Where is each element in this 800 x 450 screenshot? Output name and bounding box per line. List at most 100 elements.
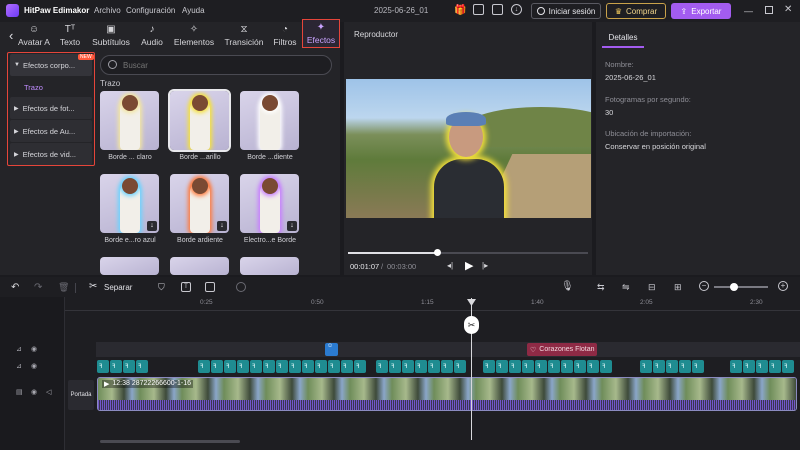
effect-clip[interactable]: ꟻ [483,360,495,373]
effect-clip[interactable]: ꟻ [769,360,781,373]
track-visibility-icon[interactable]: ◉ [31,362,37,370]
search-input[interactable] [123,59,323,72]
track-mute-icon[interactable]: ◁ [46,388,51,396]
message-icon[interactable] [492,4,503,15]
next-frame-icon[interactable]: |▸ [482,261,488,270]
effect-clip[interactable]: ꟻ [522,360,534,373]
category-photo-effects[interactable]: ▶ Efectos de fot... [10,97,92,119]
fit-icon[interactable]: ⊞ [674,282,682,293]
split-scissors-icon[interactable]: ✂ [464,316,479,334]
download-icon[interactable]: ↓ [217,221,227,231]
play-icon[interactable]: ▶ [465,259,473,272]
effect-clip[interactable]: ꟻ [743,360,755,373]
sticker-clip-corazones[interactable]: ♡ Corazones Flotan [527,343,597,356]
effect-clip[interactable]: ꟻ [428,360,440,373]
progress-track[interactable] [348,249,588,256]
effect-clip[interactable]: ꟻ [640,360,652,373]
search-box[interactable] [100,55,332,75]
effect-card[interactable]: ↓ Borde ardiente [170,174,235,244]
effect-clip[interactable]: ꟻ [653,360,665,373]
menu-archivo[interactable]: Archivo [94,6,121,15]
track-lock-icon[interactable]: ▤ [16,388,23,396]
effect-clip[interactable]: ꟻ [509,360,521,373]
download-icon[interactable]: ↓ [147,221,157,231]
effect-thumbnail-partial[interactable] [100,257,159,275]
delete-icon[interactable]: 🗑 [58,282,69,293]
scissors-icon[interactable]: ✂ [89,281,97,292]
effect-clip[interactable]: ꟻ [600,360,612,373]
effect-clip[interactable]: ꟻ [441,360,453,373]
small-sticker-clip[interactable]: ☺ [325,343,338,356]
export-button[interactable]: ⇪ Exportar [671,3,731,19]
progress-handle[interactable] [433,249,441,256]
effect-clip[interactable]: ꟻ [250,360,262,373]
feedback-icon[interactable] [473,4,484,15]
prev-frame-icon[interactable]: ◂| [447,261,453,270]
text-box-icon[interactable]: T [181,282,191,292]
shield-icon[interactable]: ⛉ [158,282,165,293]
login-button[interactable]: Iniciar sesión [531,3,601,19]
effect-card[interactable]: Borde ...arillo [168,89,235,161]
zoom-slider-handle[interactable] [730,283,738,291]
timeline-scrollbar[interactable] [100,440,240,443]
category-video-effects[interactable]: ▶ Efectos de vid... [10,143,92,165]
effect-clip[interactable]: ꟻ [730,360,742,373]
close-icon[interactable]: ✕ [784,4,792,15]
tab-filtros[interactable]: ◔ Filtros [270,22,300,50]
video-clip[interactable]: ▶ 12:38 28722266600-1-16 [97,377,797,411]
effect-clip[interactable]: ꟻ [402,360,414,373]
effect-clip[interactable]: ꟻ [496,360,508,373]
tab-efectos[interactable]: ✦ Efectos [302,19,340,48]
split-label[interactable]: Separar [104,283,132,292]
effect-clip[interactable]: ꟻ [198,360,210,373]
effect-clip[interactable]: ꟻ [389,360,401,373]
effect-clip[interactable]: ꟻ [415,360,427,373]
effect-clip[interactable]: ꟻ [587,360,599,373]
effect-clip[interactable]: ꟻ [289,360,301,373]
minimize-icon[interactable]: — [744,6,753,16]
zoom-out-icon[interactable]: − [699,281,709,291]
effect-clip[interactable]: ꟻ [211,360,223,373]
effect-clip[interactable]: ꟻ [315,360,327,373]
tab-transicion[interactable]: ⧖ Transición [222,22,266,50]
video-preview[interactable] [346,79,591,218]
effect-card[interactable]: ↓ Electro...e Borde [240,174,305,244]
effect-clip[interactable]: ꟻ [535,360,547,373]
effect-clip[interactable]: ꟻ [574,360,586,373]
category-sub-item-trazo[interactable]: Trazo [24,83,43,92]
effect-clip[interactable]: ꟻ [548,360,560,373]
maximize-icon[interactable] [765,6,773,14]
gift-icon[interactable]: 🎁 [454,5,466,16]
effect-clip[interactable]: ꟻ [782,360,794,373]
buy-button[interactable]: ♛ Comprar [606,3,666,19]
sticker-icon[interactable] [205,282,215,292]
tab-audio[interactable]: ♪ Audio [138,22,166,50]
effect-clip[interactable]: ꟻ [123,360,135,373]
effect-clip[interactable]: ꟻ [276,360,288,373]
effect-clip[interactable]: ꟻ [328,360,340,373]
effect-clip[interactable]: ꟻ [756,360,768,373]
tab-avatar-ai[interactable]: ☺ Avatar AI [18,22,50,50]
effect-thumbnail-partial[interactable] [240,257,299,275]
timer-icon[interactable] [236,282,246,292]
effect-clip[interactable]: ꟻ [97,360,109,373]
redo-icon[interactable]: ↷ [34,282,42,293]
effect-clip[interactable]: ꟻ [354,360,366,373]
microphone-icon[interactable]: 🎙 [561,281,574,292]
zoom-in-icon[interactable]: + [778,281,788,291]
effect-card[interactable]: Borde ...diente [240,91,305,161]
cover-thumbnail[interactable]: Portada [68,380,94,410]
menu-configuracion[interactable]: Configuración [126,6,175,15]
effect-clip[interactable]: ꟻ [237,360,249,373]
back-chevron-icon[interactable]: ‹ [9,28,13,43]
category-audio-effects[interactable]: ▶ Efectos de Au... [10,120,92,142]
effect-clip[interactable]: ꟻ [136,360,148,373]
snap-icon[interactable]: ⊟ [648,282,656,293]
details-tab[interactable]: Detalles [602,24,644,48]
download-icon[interactable]: ↓ [511,4,522,15]
effect-clip[interactable]: ꟻ [341,360,353,373]
split-audio-icon[interactable]: ⇋ [622,282,630,293]
undo-icon[interactable]: ↶ [11,282,19,293]
effect-thumbnail-partial[interactable] [170,257,229,275]
tab-texto[interactable]: Tᵀ Texto [56,22,84,50]
